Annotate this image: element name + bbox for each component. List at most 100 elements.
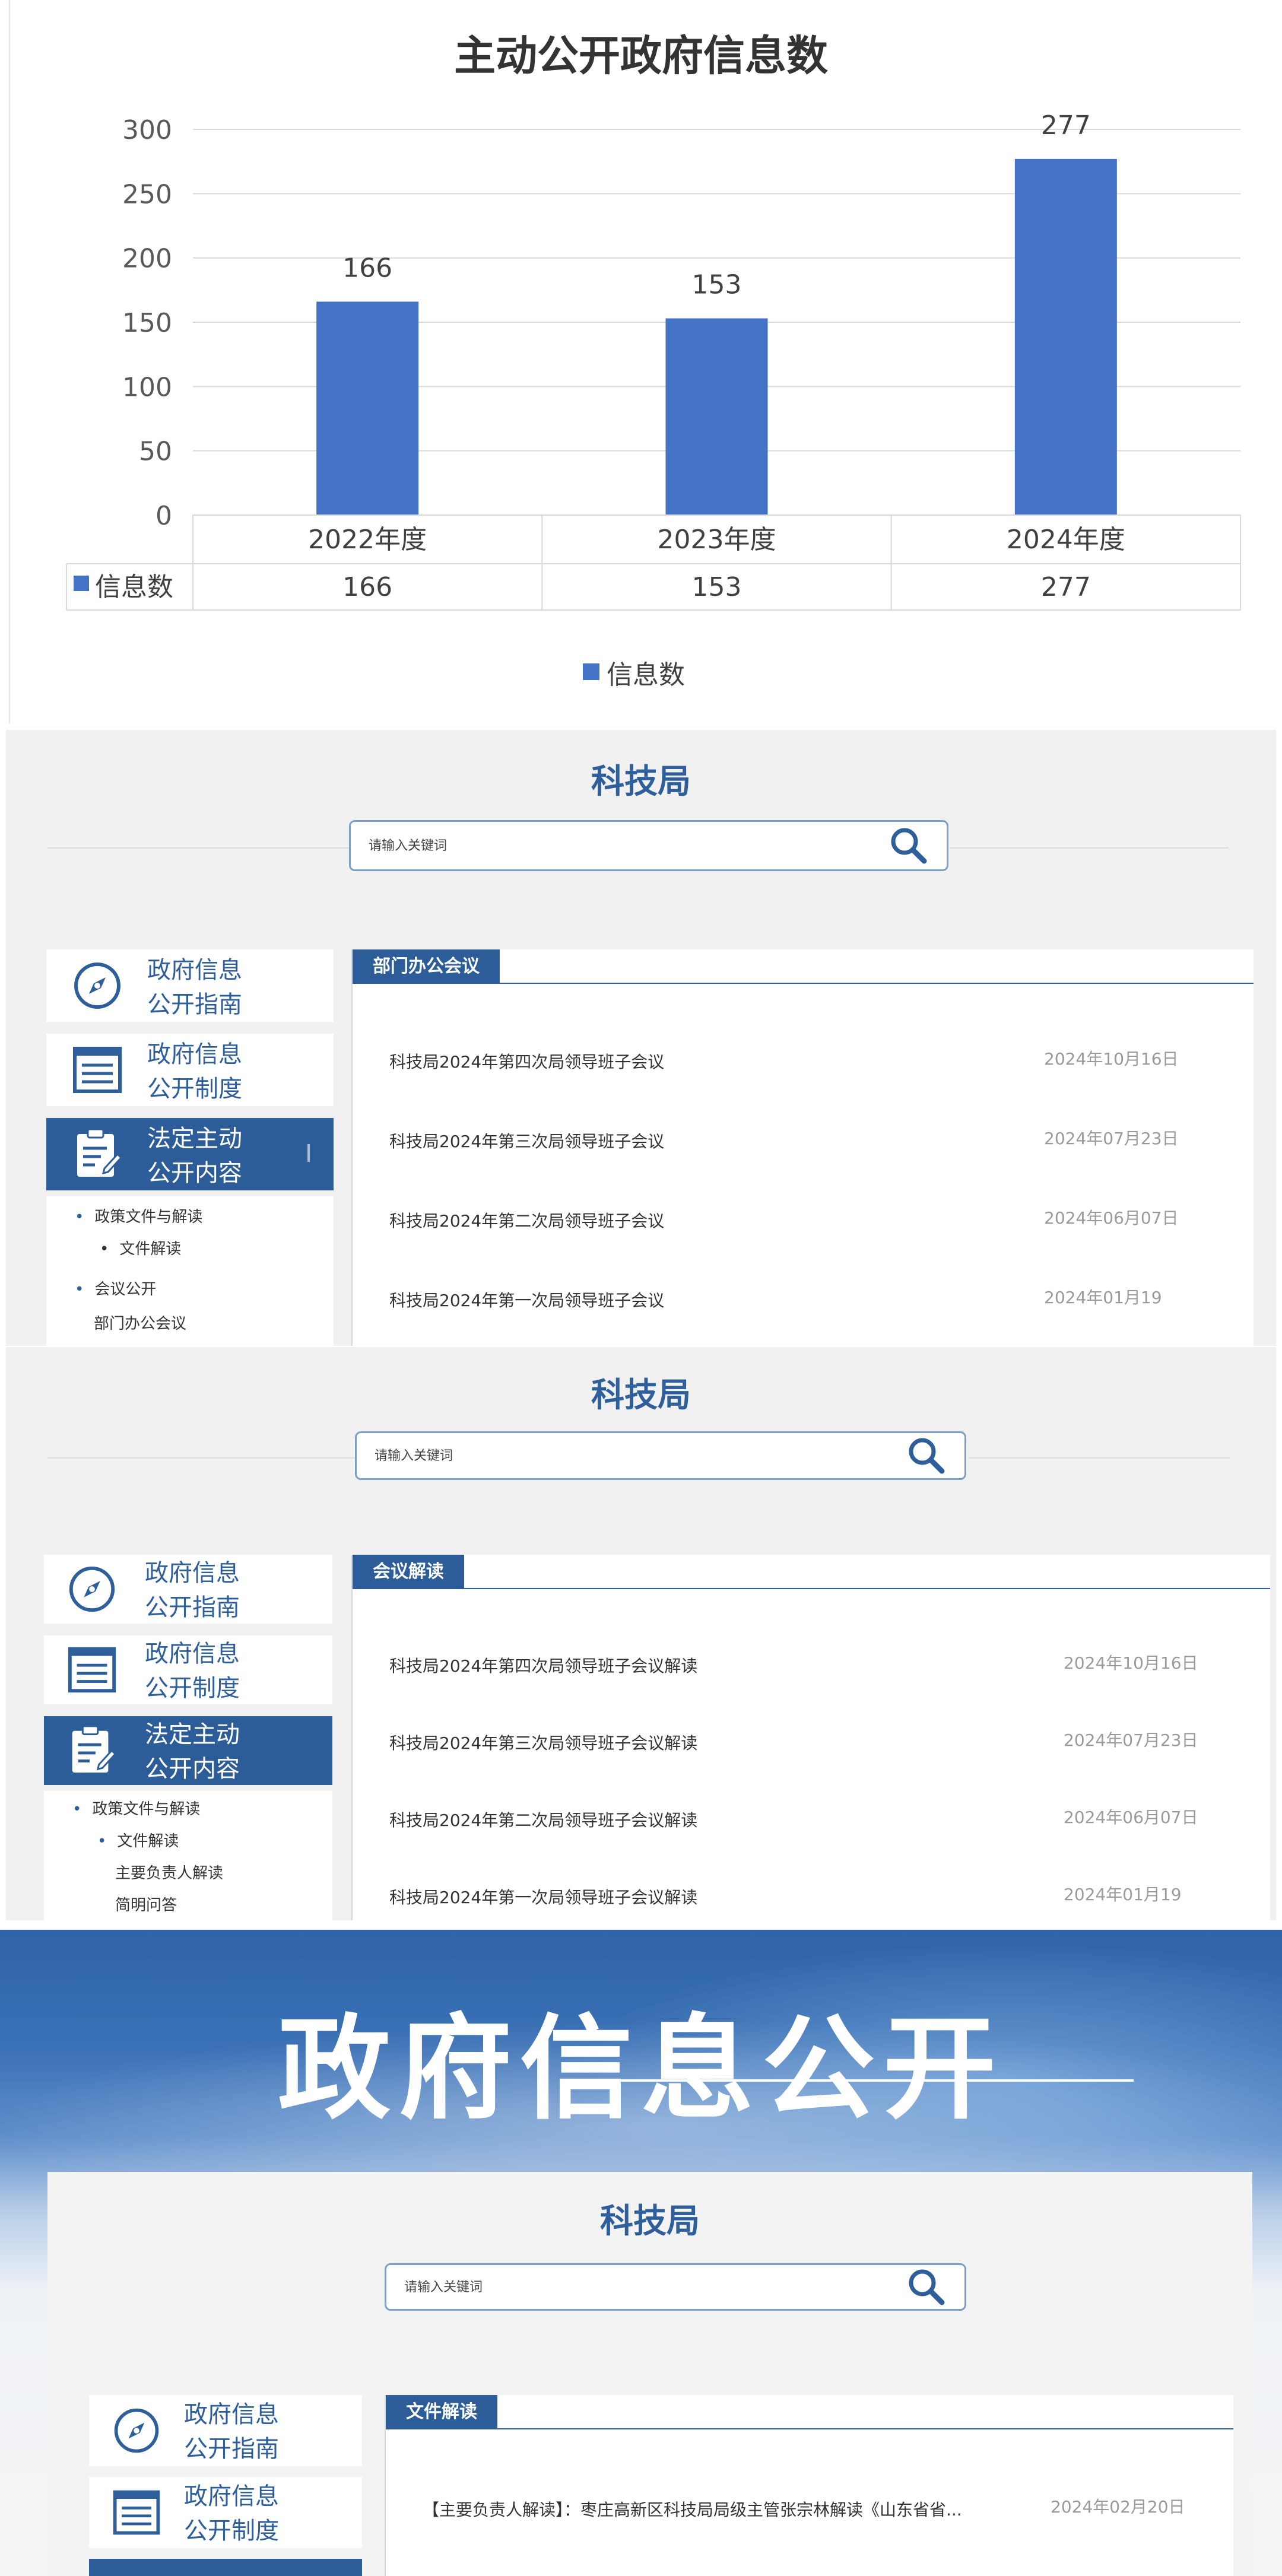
submenu-item-qa[interactable]: 简明问答 bbox=[115, 1893, 177, 1915]
search-input[interactable] bbox=[375, 1433, 861, 1478]
tab-doc-interp[interactable]: 文件解读 bbox=[386, 2395, 497, 2429]
sidebar-label-1: 政府信息 bbox=[145, 1640, 240, 1667]
y-tick-label: 0 bbox=[156, 501, 172, 531]
chevron-right-icon bbox=[307, 1144, 310, 1162]
site-title: 科技局 bbox=[600, 2202, 700, 2241]
list-item-title[interactable]: 科技局2024年第一次局领导班子会议 bbox=[389, 1288, 983, 1311]
y-tick-label: 150 bbox=[122, 308, 172, 338]
tab-bar: 部门办公会议 bbox=[353, 949, 1254, 984]
sidebar-item-statutory[interactable] bbox=[89, 2559, 362, 2576]
sidebar-item-statutory[interactable]: 法定主动 公开内容 bbox=[46, 1118, 334, 1190]
tab-dept-meeting[interactable]: 部门办公会议 bbox=[353, 949, 500, 984]
y-tick-label: 50 bbox=[139, 437, 172, 467]
list-item-date: 2024年06月07日 bbox=[1044, 1208, 1179, 1228]
x-category-label: 2023年度 bbox=[658, 525, 776, 555]
sidebar-label-1: 政府信息 bbox=[184, 2483, 279, 2510]
submenu-item-leader-interp[interactable]: 主要负责人解读 bbox=[115, 1861, 223, 1883]
search-input[interactable] bbox=[369, 822, 846, 869]
table-value: 277 bbox=[1041, 572, 1091, 602]
divider-left bbox=[47, 847, 350, 849]
list-item-title[interactable]: 科技局2024年第三次局领导班子会议 bbox=[389, 1129, 983, 1152]
banner-underline bbox=[576, 2079, 1134, 2082]
table-row-label: 信息数 bbox=[95, 572, 173, 602]
info-count-chart: 主动公开政府信息数 0 50 100 150 200 250 300 166 153 277 2022… bbox=[0, 0, 1282, 729]
content-list: 文件解读 【主要负责人解读】：枣庄高新区科技局局级主管张宗林解读《山东省省...… bbox=[385, 2395, 1233, 2576]
list-item-title[interactable]: 科技局2024年第二次局领导班子会议 bbox=[389, 1208, 983, 1232]
list-item-title[interactable]: 【主要负责人解读】：枣庄高新区科技局局级主管张宗林解读《山东省省... bbox=[423, 2497, 1022, 2521]
list-item-title[interactable]: 科技局2024年第一次局领导班子会议解读 bbox=[389, 1885, 1007, 1908]
bar bbox=[1014, 158, 1117, 515]
sidebar-item-system[interactable]: 政府信息 公开制度 bbox=[89, 2477, 362, 2548]
divider-left bbox=[47, 1457, 356, 1459]
compass-icon bbox=[74, 963, 120, 1009]
clipboard-edit-icon bbox=[77, 1128, 123, 1177]
sidebar-label-2: 公开制度 bbox=[184, 2517, 279, 2545]
bar bbox=[316, 301, 419, 515]
sidebar-label-2: 公开制度 bbox=[147, 1075, 242, 1103]
submenu: • 政策文件与解读 • 文件解读 主要负责人解读 简明问答 bbox=[44, 1791, 332, 1920]
sidebar-item-guide[interactable]: 政府信息 公开指南 bbox=[44, 1555, 332, 1624]
content-list: 会议解读 科技局2024年第四次局领导班子会议解读 2024年10月16日 科技… bbox=[351, 1555, 1270, 1920]
submenu-item-doc-interp[interactable]: • 文件解读 bbox=[97, 1829, 179, 1851]
divider-right bbox=[969, 1457, 1230, 1459]
list-icon bbox=[113, 2490, 160, 2535]
list-icon bbox=[68, 1647, 116, 1693]
search-icon[interactable] bbox=[887, 824, 930, 867]
sidebar-label-2: 公开内容 bbox=[145, 1755, 240, 1783]
sidebar-item-system[interactable]: 政府信息 公开制度 bbox=[44, 1635, 332, 1704]
y-tick-label: 300 bbox=[122, 115, 172, 145]
sidebar-item-system[interactable]: 政府信息 公开制度 bbox=[46, 1034, 334, 1106]
list-item-title[interactable]: 科技局2024年第三次局领导班子会议解读 bbox=[389, 1730, 1007, 1754]
compass-icon bbox=[69, 1566, 115, 1612]
banner-title: 政府信息公开 bbox=[277, 2003, 1004, 2135]
tab-meeting-interp[interactable]: 会议解读 bbox=[353, 1555, 464, 1589]
list-item-date: 2024年01月19 bbox=[1044, 1288, 1162, 1307]
table-legend-key bbox=[74, 576, 89, 591]
sidebar-item-guide[interactable]: 政府信息 公开指南 bbox=[46, 949, 334, 1022]
sidebar-item-statutory[interactable]: 法定主动 公开内容 bbox=[44, 1716, 332, 1785]
sidebar-label-2: 公开指南 bbox=[145, 1594, 240, 1621]
data-label: 166 bbox=[342, 253, 392, 283]
sidebar-item-guide[interactable]: 政府信息 公开指南 bbox=[89, 2395, 362, 2466]
search-icon[interactable] bbox=[905, 1434, 948, 1477]
table-value: 166 bbox=[342, 572, 392, 602]
submenu-item-policy[interactable]: • 政策文件与解读 bbox=[72, 1797, 200, 1819]
sidebar-label-2: 公开指南 bbox=[184, 2435, 279, 2463]
submenu-item-meeting[interactable]: • 会议公开 bbox=[75, 1277, 156, 1299]
search-bar bbox=[385, 2263, 966, 2311]
submenu-item-policy[interactable]: • 政策文件与解读 bbox=[75, 1205, 202, 1227]
list-item-date: 2024年02月20日 bbox=[1051, 2497, 1185, 2517]
list-item-date: 2024年07月23日 bbox=[1044, 1129, 1179, 1148]
panel-meeting-interpretation: 科技局 政府信息公开指南 政府信息公开制度 bbox=[6, 1347, 1276, 1920]
x-category-label: 2024年度 bbox=[1007, 525, 1125, 555]
sidebar-label-2: 公开内容 bbox=[147, 1160, 242, 1187]
list-item-date: 2024年06月07日 bbox=[1064, 1808, 1198, 1827]
data-label: 277 bbox=[1041, 110, 1091, 141]
list-item-title[interactable]: 科技局2024年第四次局领导班子会议解读 bbox=[389, 1653, 1007, 1677]
submenu-item-doc-interp[interactable]: • 文件解读 bbox=[100, 1237, 181, 1259]
list-item-date: 2024年07月23日 bbox=[1064, 1730, 1198, 1750]
list-item-title[interactable]: 科技局2024年第四次局领导班子会议 bbox=[389, 1049, 983, 1073]
submenu-item-dept-meeting[interactable]: 部门办公会议 bbox=[94, 1311, 186, 1333]
x-category-label: 2022年度 bbox=[308, 525, 427, 555]
bar bbox=[665, 318, 768, 515]
gov-info-banner: 政府信息公开 科技局 政府信息公开指南 bbox=[0, 1930, 1282, 2576]
data-label: 153 bbox=[692, 270, 742, 300]
site-title: 科技局 bbox=[591, 763, 691, 801]
chart-canvas: 主动公开政府信息数 0 50 100 150 200 250 300 166 153 277 2022… bbox=[9, 0, 1241, 724]
sidebar-label-1: 政府信息 bbox=[147, 1041, 242, 1068]
sidebar-label-2: 公开指南 bbox=[147, 991, 242, 1018]
legend-swatch bbox=[583, 663, 599, 680]
search-input[interactable] bbox=[404, 2265, 867, 2309]
sidebar-label-1: 政府信息 bbox=[147, 957, 242, 984]
y-tick-label: 100 bbox=[122, 372, 172, 402]
sidebar-label-1: 政府信息 bbox=[145, 1559, 240, 1587]
list-item-title[interactable]: 科技局2024年第二次局领导班子会议解读 bbox=[389, 1808, 1007, 1831]
table-value: 153 bbox=[692, 572, 742, 602]
y-tick-label: 200 bbox=[122, 244, 172, 274]
content-list: 部门办公会议 科技局2024年第四次局领导班子会议 2024年10月16日 科技… bbox=[351, 949, 1254, 1346]
compass-icon bbox=[114, 2408, 159, 2453]
search-icon[interactable] bbox=[905, 2266, 948, 2308]
tab-bar: 会议解读 bbox=[353, 1555, 1270, 1589]
legend-label: 信息数 bbox=[607, 660, 685, 690]
